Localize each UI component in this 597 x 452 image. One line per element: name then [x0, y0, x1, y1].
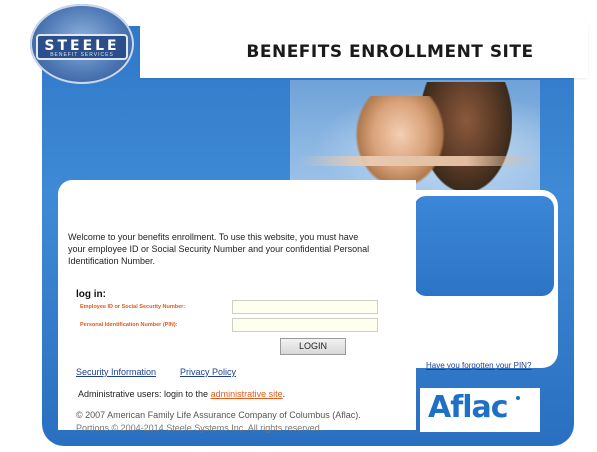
aflac-logo-dot [516, 396, 520, 400]
logo-band: STEELE BENEFIT SERVICES [36, 34, 128, 60]
employee-id-input[interactable] [232, 300, 378, 314]
hero-child [352, 96, 448, 192]
admin-prefix: Administrative users: login to the [78, 389, 209, 399]
login-button[interactable]: LOGIN [280, 338, 346, 355]
pin-label: Personal Identification Number (PIN): [80, 322, 178, 328]
security-information-link[interactable]: Security Information [76, 367, 156, 377]
hero-arms [298, 156, 538, 166]
admin-suffix: . [282, 389, 286, 399]
welcome-text: Welcome to your benefits enrollment. To … [68, 232, 370, 266]
pin-input[interactable] [232, 318, 378, 332]
privacy-policy-link[interactable]: Privacy Policy [180, 367, 236, 377]
aflac-logo: Aflac [420, 388, 540, 432]
administrative-site-link[interactable]: administrative site [211, 389, 283, 399]
header-bar: BENEFITS ENROLLMENT SITE [140, 14, 588, 78]
copyright-notice: © 2007 American Family Life Assurance Co… [76, 409, 406, 435]
site-title: BENEFITS ENROLLMENT SITE [246, 42, 534, 62]
steele-logo: STEELE BENEFIT SERVICES [30, 4, 134, 84]
copyright-line-2: Portions © 2004-2014 Steele Systems Inc.… [76, 423, 323, 433]
employee-id-label: Employee ID or Social Security Number: [80, 304, 186, 310]
login-heading: log in: [76, 289, 106, 300]
aflac-logo-text: Aflac [428, 390, 509, 425]
logo-subtext: BENEFIT SERVICES [50, 52, 114, 58]
copyright-line-1: © 2007 American Family Life Assurance Co… [76, 410, 361, 420]
hero-photo [290, 80, 540, 192]
admin-notice: Administrative users: login to the admin… [78, 389, 285, 399]
side-blue-box [414, 196, 554, 296]
forgot-pin-link[interactable]: Have you forgotten your PIN? [426, 361, 531, 370]
